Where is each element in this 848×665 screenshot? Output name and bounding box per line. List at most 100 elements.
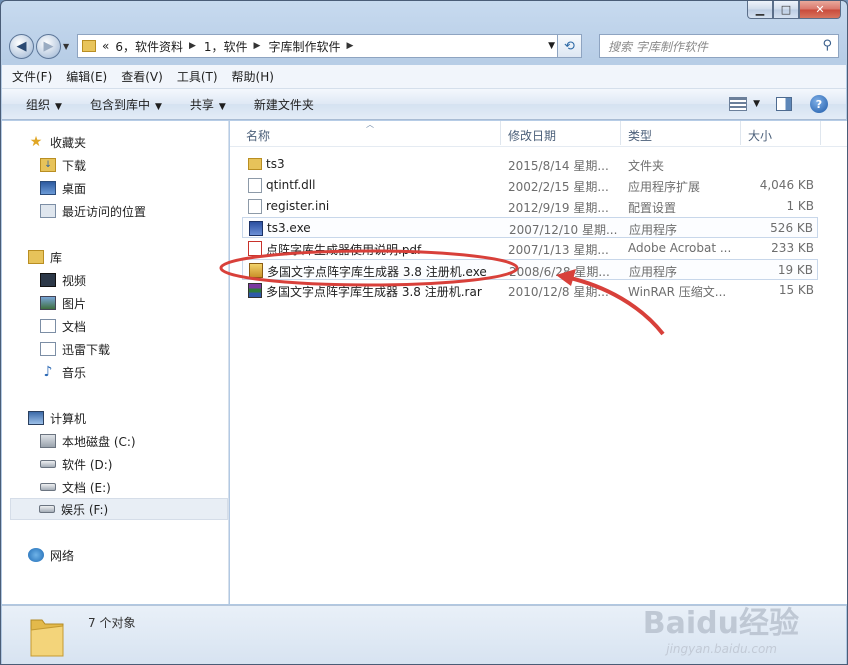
- file-name: 多国文字点阵字库生成器 3.8 注册机.rar: [266, 285, 482, 299]
- recent-places-icon: [40, 204, 56, 218]
- address-bar[interactable]: « 6，软件资料 ▶ 1，软件 ▶ 字库制作软件 ▶ ▼ ⟲: [77, 34, 582, 58]
- nav-item-drive-e[interactable]: 文档 (E:): [2, 476, 227, 498]
- view-options-icon[interactable]: [729, 97, 748, 111]
- caption-buttons: ▁ □ ✕: [747, 1, 841, 19]
- keygen-icon: [249, 263, 263, 278]
- include-in-library-button[interactable]: 包含到库中 ▼: [90, 96, 162, 113]
- documents-icon: [40, 319, 56, 333]
- nav-item-xunlei[interactable]: 迅雷下载: [2, 338, 227, 360]
- watermark-url: jingyan.baidu.com: [666, 642, 777, 656]
- breadcrumb-item[interactable]: 6，软件资料: [115, 38, 183, 55]
- column-size[interactable]: 大小: [748, 127, 772, 144]
- menu-view[interactable]: 查看(V): [121, 68, 163, 85]
- file-date: 2008/6/28 星期...: [509, 265, 610, 279]
- share-button[interactable]: 共享 ▼: [190, 96, 226, 113]
- nav-item-drive-d[interactable]: 软件 (D:): [2, 453, 227, 475]
- menu-file[interactable]: 文件(F): [12, 68, 52, 85]
- column-type[interactable]: 类型: [628, 127, 652, 144]
- chevron-down-icon: ▼: [154, 101, 162, 112]
- file-row[interactable]: ts3.exe 2007/12/10 星期... 应用程序 526 KB: [242, 217, 818, 238]
- address-dropdown-icon[interactable]: ▼: [548, 41, 555, 51]
- breadcrumb-separator-icon[interactable]: ▶: [189, 41, 196, 51]
- search-placeholder: 搜索 字库制作软件: [608, 39, 708, 54]
- file-row[interactable]: 点阵字库生成器使用说明.pdf 2007/1/13 星期... Adobe Acro…: [242, 238, 818, 259]
- libraries-icon: [28, 250, 44, 264]
- breadcrumb-item[interactable]: 字库制作软件: [268, 38, 340, 55]
- folder-icon: [82, 40, 96, 52]
- nav-libraries[interactable]: 库: [2, 246, 227, 268]
- nav-item-videos[interactable]: 视频: [2, 269, 227, 291]
- nav-item-recent[interactable]: 最近访问的位置: [2, 200, 227, 222]
- file-row[interactable]: ts3 2015/8/14 星期... 文件夹: [242, 154, 818, 175]
- nav-computer[interactable]: 计算机: [2, 407, 227, 429]
- column-divider[interactable]: [740, 121, 741, 145]
- drive-icon: [40, 460, 56, 468]
- dll-icon: [248, 178, 262, 193]
- file-size: 526 KB: [770, 221, 813, 235]
- column-divider[interactable]: [500, 121, 501, 145]
- search-icon[interactable]: ⚲: [822, 38, 832, 53]
- nav-item-drive-f[interactable]: 娱乐 (F:): [10, 498, 228, 520]
- file-size: 15 KB: [778, 283, 814, 297]
- nav-item-downloads[interactable]: ↓ 下载: [2, 154, 227, 176]
- column-divider[interactable]: [820, 121, 821, 145]
- column-header: ︿ 名称 修改日期 类型 大小: [230, 120, 847, 147]
- refresh-button[interactable]: ⟲: [557, 35, 581, 57]
- file-row[interactable]: 多国文字点阵字库生成器 3.8 注册机.exe 2008/6/28 星期... 应用…: [242, 259, 818, 280]
- file-size: 4,046 KB: [759, 178, 814, 192]
- nav-network[interactable]: 网络: [2, 544, 227, 566]
- file-list-pane: ︿ 名称 修改日期 类型 大小 ts3 2015/8/14 星期... 文件夹 qti…: [230, 120, 847, 604]
- search-input[interactable]: 搜索 字库制作软件 ⚲: [599, 34, 839, 58]
- minimize-button[interactable]: ▁: [747, 1, 773, 19]
- menu-tools[interactable]: 工具(T): [177, 68, 218, 85]
- help-icon[interactable]: ?: [810, 95, 828, 113]
- new-folder-button[interactable]: 新建文件夹: [254, 96, 314, 113]
- file-size: 19 KB: [777, 263, 813, 277]
- back-button[interactable]: ◀: [9, 33, 34, 59]
- nav-item-drive-c[interactable]: 本地磁盘 (C:): [2, 430, 227, 452]
- file-date: 2015/8/14 星期...: [508, 159, 609, 173]
- file-row[interactable]: qtintf.dll 2002/2/15 星期... 应用程序扩展 4,046 KB: [242, 175, 818, 196]
- nav-item-music[interactable]: ♪ 音乐: [2, 361, 227, 383]
- menu-help[interactable]: 帮助(H): [232, 68, 274, 85]
- column-divider[interactable]: [620, 121, 621, 145]
- command-bar-right: ▼ ?: [729, 95, 828, 113]
- file-type: 应用程序扩展: [628, 180, 701, 194]
- navigation-row: ◀ ▶ ▼ « 6，软件资料 ▶ 1，软件 ▶ 字库制作软件 ▶ ▼ ⟲ 搜索 …: [9, 33, 839, 59]
- nav-item-desktop[interactable]: 桌面: [2, 177, 227, 199]
- sort-ascending-icon: ︿: [366, 120, 374, 129]
- file-size: 233 KB: [771, 241, 814, 255]
- file-size: 1 KB: [786, 199, 814, 213]
- organize-button[interactable]: 组织 ▼: [26, 96, 62, 113]
- nav-item-documents[interactable]: 文档: [2, 315, 227, 337]
- folder-icon: [30, 619, 64, 657]
- breadcrumb-item[interactable]: 1，软件: [204, 38, 248, 55]
- breadcrumb-separator-icon[interactable]: ▶: [346, 41, 353, 51]
- watermark-brand: Baidu经验: [642, 606, 799, 641]
- view-dropdown-icon[interactable]: ▼: [753, 99, 760, 109]
- navigation-pane: ★ 收藏夹 ↓ 下载 桌面 最近访问的位置 库 视频 图片 文档 迅雷下载 ♪ …: [2, 121, 229, 604]
- recent-pages-dropdown[interactable]: ▼: [63, 42, 73, 51]
- nav-favorites[interactable]: ★ 收藏夹: [2, 131, 227, 153]
- file-row[interactable]: register.ini 2012/9/19 星期... 配置设置 1 KB: [242, 196, 818, 217]
- close-button[interactable]: ✕: [799, 1, 841, 19]
- download-folder-icon: [40, 342, 56, 356]
- forward-button[interactable]: ▶: [36, 33, 61, 59]
- maximize-button[interactable]: □: [773, 1, 799, 19]
- drive-icon: [40, 483, 56, 491]
- file-row[interactable]: 多国文字点阵字库生成器 3.8 注册机.rar 2010/12/8 星期... Wi…: [242, 280, 818, 301]
- file-type: Adobe Acrobat ...: [628, 241, 732, 255]
- preview-pane-icon[interactable]: [776, 97, 792, 111]
- breadcrumb-overflow[interactable]: «: [102, 39, 109, 53]
- rar-icon: [248, 283, 262, 298]
- column-name[interactable]: 名称: [246, 127, 270, 144]
- file-type: 应用程序: [629, 223, 678, 237]
- file-type: 应用程序: [629, 265, 678, 279]
- breadcrumb-separator-icon[interactable]: ▶: [254, 41, 261, 51]
- menu-edit[interactable]: 编辑(E): [66, 68, 107, 85]
- item-count: 7 个对象: [88, 616, 136, 630]
- file-date: 2012/9/19 星期...: [508, 201, 609, 215]
- nav-item-pictures[interactable]: 图片: [2, 292, 227, 314]
- videos-icon: [40, 273, 56, 287]
- column-date[interactable]: 修改日期: [508, 127, 556, 144]
